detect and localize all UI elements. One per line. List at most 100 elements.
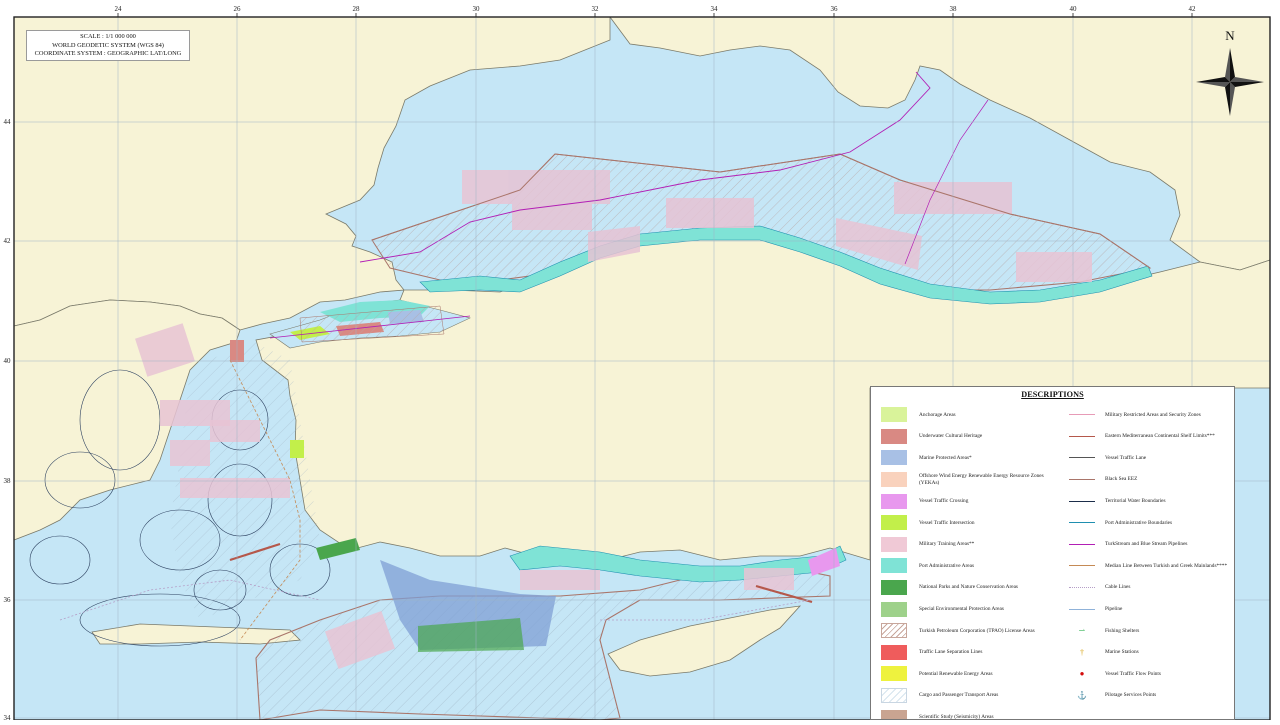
legend-item: ⇀ Fishing Shelters — [1069, 620, 1229, 642]
legend-label: Anchorage Areas — [919, 411, 956, 418]
legend-item: Special Environmental Protection Areas — [881, 598, 1056, 620]
legend-label: Traffic Lane Separation Lines — [919, 649, 983, 656]
legend-line-symbol — [1069, 429, 1095, 444]
legend-swatch — [881, 450, 907, 466]
latitude-label: 42 — [4, 237, 12, 245]
legend-point-symbol: ⇀ — [1078, 626, 1086, 636]
legend-label: Underwater Cultural Heritage — [919, 433, 983, 440]
latitude-label: 34 — [4, 714, 12, 720]
legend-label: Marine Protected Areas* — [919, 454, 972, 461]
datum-text: WORLD GEODETIC SYSTEM (WGS 84) — [52, 41, 164, 49]
legend-label: Scientific Study (Seismicity) Areas — [919, 713, 994, 720]
legend-label: Port Administrative Areas — [919, 562, 975, 569]
legend-item: Underwater Cultural Heritage — [881, 426, 1056, 448]
coordinate-system-text: COORDINATE SYSTEM : GEOGRAPHIC LAT/LONG — [34, 50, 182, 58]
legend-label: Marine Stations — [1105, 649, 1139, 656]
legend-label: Eastern Mediterranean Continental Shelf … — [1105, 433, 1215, 440]
legend-line-symbol — [1069, 558, 1095, 573]
legend-item: Potential Renewable Energy Areas — [881, 663, 1056, 685]
longitude-label: 32 — [592, 5, 600, 13]
legend-swatch — [881, 428, 907, 444]
legend-item: Port Administrative Boundaries — [1069, 512, 1229, 534]
north-label: N — [1225, 28, 1235, 43]
scale-info-box: SCALE : 1/1 000 000 WORLD GEODETIC SYSTE… — [26, 30, 190, 61]
legend-swatch — [881, 493, 907, 509]
latitude-label: 44 — [4, 118, 12, 126]
longitude-label: 34 — [711, 5, 719, 13]
latitude-label: 38 — [4, 477, 12, 485]
scale-text: SCALE : 1/1 000 000 — [80, 33, 136, 40]
legend-item: Vessel Traffic Intersection — [881, 512, 1056, 534]
legend-swatch — [881, 515, 907, 531]
longitude-label: 24 — [115, 5, 123, 13]
legend-label: TurkStream and Blue Stream Pipelines — [1105, 541, 1188, 548]
legend-label: Cable Lines — [1105, 584, 1131, 591]
legend-item: Marine Protected Areas* — [881, 447, 1056, 469]
legend-label: Offshore Wind Energy Renewable Energy Re… — [919, 473, 1044, 486]
legend-item: Pipeline — [1069, 598, 1229, 620]
legend-item: Median Line Between Turkish and Greek Ma… — [1069, 555, 1229, 577]
legend-left-column: Anchorage Areas Underwater Cultural Herit… — [881, 404, 1056, 720]
legend-swatch — [881, 558, 907, 574]
longitude-label: 28 — [353, 5, 361, 13]
legend-item: Eastern Mediterranean Continental Shelf … — [1069, 426, 1229, 448]
longitude-label: 26 — [234, 5, 242, 13]
legend-line-symbol — [1069, 407, 1095, 422]
legend-swatch — [881, 536, 907, 552]
legend-label: Black Sea EEZ — [1105, 476, 1138, 483]
legend-label: Territorial Water Boundaries — [1105, 498, 1166, 505]
legend-label: Vessel Traffic Intersection — [919, 519, 975, 526]
legend-item: Scientific Study (Seismicity) Areas — [881, 706, 1056, 720]
legend-item: Military Restricted Areas and Security Z… — [1069, 404, 1229, 426]
legend-label: National Parks and Nature Conservation A… — [919, 584, 1018, 591]
legend-item: TurkStream and Blue Stream Pipelines — [1069, 534, 1229, 556]
legend-line-symbol — [1069, 602, 1095, 617]
legend-line-symbol — [1069, 515, 1095, 530]
legend-swatch — [881, 666, 907, 682]
legend-label: Fishing Shelters — [1105, 627, 1140, 634]
legend-item: ⚓ Pilotage Services Points — [1069, 685, 1229, 707]
legend-item: Traffic Lane Separation Lines — [881, 642, 1056, 664]
legend-item: Port Administrative Areas — [881, 555, 1056, 577]
legend-label: Pipeline — [1105, 605, 1123, 612]
legend-right-column: Military Restricted Areas and Security Z… — [1069, 404, 1229, 706]
legend-item: National Parks and Nature Conservation A… — [881, 577, 1056, 599]
longitude-label: 36 — [831, 5, 839, 13]
longitude-label: 30 — [473, 5, 481, 13]
legend-item: Anchorage Areas — [881, 404, 1056, 426]
longitude-labels: 24 26 28 30 32 34 36 38 40 42 — [115, 5, 1197, 17]
legend-label: Pilotage Services Points — [1105, 692, 1157, 699]
legend-label: Port Administrative Boundaries — [1105, 519, 1173, 526]
legend-line-symbol — [1069, 580, 1095, 595]
legend-item: Offshore Wind Energy Renewable Energy Re… — [881, 469, 1056, 491]
legend-item: Cable Lines — [1069, 577, 1229, 599]
legend-item: Vessel Traffic Crossing — [881, 490, 1056, 512]
legend-line-symbol — [1069, 472, 1095, 487]
legend-item: Turkish Petroleum Corporation (TPAO) Lic… — [881, 620, 1056, 642]
legend-item: ● Vessel Traffic Flow Points — [1069, 663, 1229, 685]
legend-item: Territorial Water Boundaries — [1069, 490, 1229, 512]
longitude-label: 38 — [950, 5, 958, 13]
legend-swatch — [881, 601, 907, 617]
latitude-labels: 44 42 40 38 36 34 — [4, 118, 12, 722]
longitude-label: 42 — [1189, 5, 1197, 13]
legend-swatch — [881, 709, 907, 719]
legend-label: Military Restricted Areas and Security Z… — [1105, 411, 1201, 418]
legend-swatch — [881, 644, 907, 660]
legend-line-symbol — [1069, 494, 1095, 509]
legend-swatch — [881, 407, 907, 423]
latitude-label: 36 — [4, 596, 12, 604]
legend-point-symbol: ● — [1079, 669, 1085, 679]
legend-label: Cargo and Passenger Transport Areas — [919, 692, 999, 699]
legend-panel: DESCRIPTIONS Anchorage Areas Underwater C… — [870, 386, 1235, 720]
legend-item: Cargo and Passenger Transport Areas — [881, 685, 1056, 707]
marine-spatial-plan-map: 24 26 28 30 32 34 36 38 40 42 44 42 40 38 36 34 N SCAL… — [0, 0, 1280, 722]
legend-point-symbol: † — [1080, 647, 1084, 657]
legend-title: DESCRIPTIONS — [1021, 390, 1084, 399]
legend-point-symbol: ⚓ — [1077, 691, 1087, 701]
legend-swatch — [881, 580, 907, 596]
legend-item: Military Training Areas** — [881, 534, 1056, 556]
latitude-label: 40 — [4, 357, 12, 365]
legend-item: Black Sea EEZ — [1069, 469, 1229, 491]
legend-label: Vessel Traffic Flow Points — [1105, 670, 1161, 677]
